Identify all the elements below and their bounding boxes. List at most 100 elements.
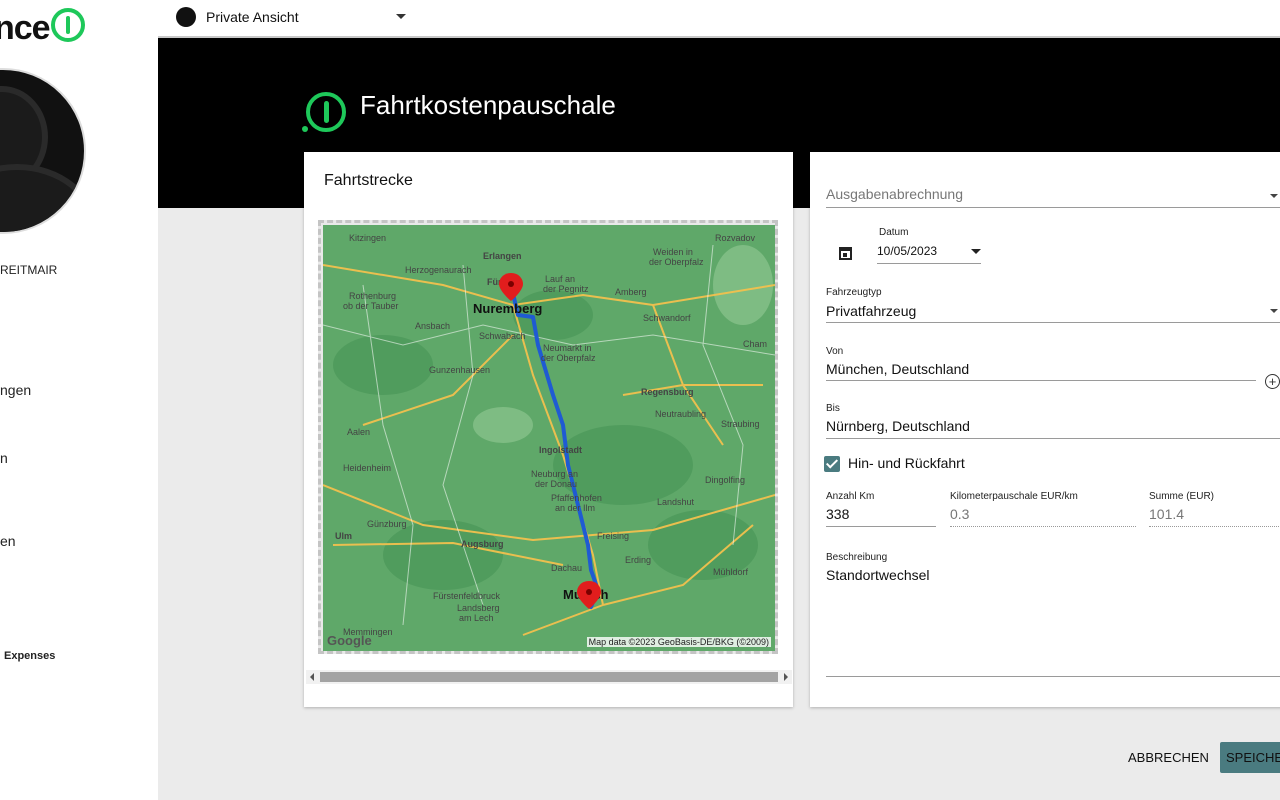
report-select[interactable]: Ausgabenabrechnung	[826, 186, 963, 202]
sum-underline	[1149, 526, 1280, 527]
svg-text:ob der Tauber: ob der Tauber	[343, 301, 398, 311]
report-underline	[826, 207, 1280, 208]
view-selector-label: Private Ansicht	[206, 9, 299, 25]
to-underline	[826, 438, 1280, 439]
svg-text:Landshut: Landshut	[657, 497, 695, 507]
svg-text:Aalen: Aalen	[347, 427, 370, 437]
sidebar: nce REITMAIR ngen n en Expenses	[0, 0, 159, 800]
svg-text:Weiden in: Weiden in	[653, 247, 693, 257]
report-chevron-down-icon[interactable]	[1270, 194, 1278, 198]
vehicle-underline	[826, 322, 1280, 323]
svg-text:Herzogenaurach: Herzogenaurach	[405, 265, 472, 275]
svg-text:der Oberpfalz: der Oberpfalz	[649, 257, 704, 267]
scroll-thumb[interactable]	[320, 672, 778, 682]
from-label: Von	[826, 346, 844, 357]
app-logo[interactable]: nce	[0, 8, 85, 48]
map-horizontal-scrollbar[interactable]	[306, 670, 792, 684]
svg-text:Fürstenfeldbruck: Fürstenfeldbruck	[433, 591, 501, 601]
svg-text:Schwabach: Schwabach	[479, 331, 526, 341]
svg-text:am Lech: am Lech	[459, 613, 494, 623]
svg-text:Mühldorf: Mühldorf	[713, 567, 749, 577]
roundtrip-checkbox[interactable]	[824, 456, 840, 472]
from-underline	[826, 380, 1256, 381]
cancel-button[interactable]: ABBRECHEN	[1118, 742, 1219, 774]
km-input[interactable]: 338	[826, 506, 849, 522]
sum-value: 101.4	[1149, 506, 1185, 522]
km-label: Anzahl Km	[826, 491, 875, 502]
roundtrip-label: Hin- und Rückfahrt	[848, 455, 965, 471]
vehicle-chevron-down-icon[interactable]	[1270, 309, 1278, 313]
to-label: Bis	[826, 403, 840, 414]
svg-text:Kitzingen: Kitzingen	[349, 233, 386, 243]
svg-text:Gunzenhausen: Gunzenhausen	[429, 365, 490, 375]
svg-text:Günzburg: Günzburg	[367, 519, 407, 529]
svg-text:Pfaffenhofen: Pfaffenhofen	[551, 493, 602, 503]
date-input[interactable]: 10/05/2023	[877, 244, 937, 258]
svg-text:Ulm: Ulm	[335, 531, 352, 541]
save-button[interactable]: SPEICHERN	[1220, 742, 1280, 773]
svg-text:Freising: Freising	[597, 531, 629, 541]
svg-text:Erlangen: Erlangen	[483, 251, 522, 261]
scroll-left-arrow-icon[interactable]	[310, 673, 314, 681]
svg-text:Lauf an: Lauf an	[545, 274, 575, 284]
svg-text:Ansbach: Ansbach	[415, 321, 450, 331]
description-label: Beschreibung	[826, 552, 888, 563]
sidebar-item-expenses[interactable]: Expenses	[4, 650, 55, 662]
date-label: Datum	[879, 227, 909, 238]
svg-text:Regensburg: Regensburg	[641, 387, 694, 397]
logo-power-icon	[50, 8, 85, 42]
power-logo-icon	[302, 92, 346, 132]
svg-text:Straubing: Straubing	[721, 419, 760, 429]
svg-text:Nuremberg: Nuremberg	[473, 301, 542, 316]
expense-form-card: Ausgabenabrechnung Datum 10/05/2023 Fahr…	[810, 152, 1280, 707]
route-map[interactable]: Kitzingen Erlangen Weiden in der Oberpfa…	[318, 220, 778, 654]
svg-text:Dachau: Dachau	[551, 563, 582, 573]
sidebar-item-3[interactable]: en	[0, 533, 16, 549]
svg-text:Rozvadov: Rozvadov	[715, 233, 756, 243]
svg-text:der Pegnitz: der Pegnitz	[543, 284, 589, 294]
svg-text:Neutraubling: Neutraubling	[655, 409, 706, 419]
page-title: Fahrtkostenpauschale	[360, 90, 616, 120]
description-input[interactable]: Standortwechsel	[826, 567, 930, 583]
google-logo: Google	[327, 633, 372, 648]
profile-dot-icon	[176, 7, 196, 27]
svg-text:an der Ilm: an der Ilm	[555, 503, 595, 513]
route-card-title: Fahrtstrecke	[324, 172, 413, 189]
view-selector[interactable]: Private Ansicht	[176, 6, 406, 28]
svg-text:Augsburg: Augsburg	[461, 539, 504, 549]
from-input[interactable]: München, Deutschland	[826, 361, 969, 377]
sidebar-item-1[interactable]: ngen	[0, 382, 31, 398]
svg-text:Dingolfing: Dingolfing	[705, 475, 745, 485]
map-attribution: Map data ©2023 GeoBasis-DE/BKG (©2009)	[586, 637, 771, 647]
logo-text: nce	[0, 9, 51, 47]
svg-text:Amberg: Amberg	[615, 287, 647, 297]
svg-text:Schwandorf: Schwandorf	[643, 313, 691, 323]
vehicle-select[interactable]: Privatfahrzeug	[826, 303, 916, 319]
top-bar: Private Ansicht	[158, 0, 1280, 38]
avatar[interactable]	[0, 68, 86, 234]
description-underline	[826, 676, 1280, 677]
svg-text:Rothenburg: Rothenburg	[349, 291, 396, 301]
svg-text:Neumarkt in: Neumarkt in	[543, 343, 592, 353]
user-name: REITMAIR	[0, 263, 58, 277]
rate-value: 0.3	[950, 506, 970, 522]
svg-text:der Oberpfalz: der Oberpfalz	[541, 353, 596, 363]
svg-text:Erding: Erding	[625, 555, 651, 565]
chevron-down-icon	[396, 14, 406, 19]
map-canvas: Kitzingen Erlangen Weiden in der Oberpfa…	[323, 225, 775, 651]
svg-text:Landsberg: Landsberg	[457, 603, 500, 613]
date-underline	[877, 263, 981, 264]
km-underline	[826, 526, 936, 527]
to-input[interactable]: Nürnberg, Deutschland	[826, 418, 970, 434]
sum-label: Summe (EUR)	[1149, 491, 1215, 502]
svg-text:der Donau: der Donau	[535, 479, 577, 489]
scroll-right-arrow-icon[interactable]	[784, 673, 788, 681]
svg-text:Cham: Cham	[743, 339, 767, 349]
avatar-body	[0, 170, 84, 232]
date-chevron-down-icon[interactable]	[971, 249, 981, 254]
calendar-icon[interactable]	[839, 247, 852, 260]
add-stop-icon[interactable]: +	[1265, 374, 1280, 389]
sidebar-item-2[interactable]: n	[0, 450, 8, 466]
rate-label: Kilometerpauschale EUR/km	[950, 491, 1078, 502]
avatar-head	[0, 92, 42, 182]
